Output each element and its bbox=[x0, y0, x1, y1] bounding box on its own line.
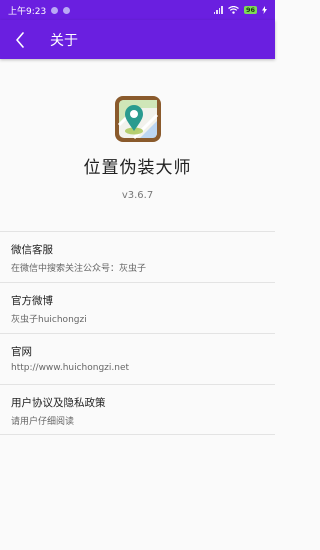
notification-icon bbox=[51, 6, 59, 14]
list-item-title: 官网 bbox=[11, 346, 32, 358]
charging-icon bbox=[262, 6, 267, 14]
info-list: 微信客服 在微信中搜索关注公众号：灰虫子 官方微博 灰虫子huichongzi … bbox=[0, 231, 275, 435]
list-item-subtitle: 在微信中搜索关注公众号：灰虫子 bbox=[11, 264, 147, 274]
back-arrow-icon bbox=[16, 31, 24, 48]
list-item-official-weibo[interactable]: 官方微博 灰虫子huichongzi bbox=[0, 282, 275, 333]
list-item-title: 微信客服 bbox=[11, 244, 53, 256]
list-item-official-website[interactable]: 官网 http://www.huichongzi.net bbox=[0, 333, 275, 384]
list-item-title: 官方微博 bbox=[11, 295, 53, 307]
app-info: 位置伪装大师 v3.6.7 bbox=[0, 59, 275, 231]
back-button[interactable] bbox=[0, 20, 40, 59]
app-name: 位置伪装大师 bbox=[83, 158, 192, 178]
list-item-wechat-service[interactable]: 微信客服 在微信中搜索关注公众号：灰虫子 bbox=[0, 231, 275, 282]
list-item-subtitle: 灰虫子huichongzi bbox=[11, 315, 87, 325]
app-logo-icon bbox=[114, 96, 161, 142]
list-item-privacy-policy[interactable]: 用户协议及隐私政策 请用户仔细阅读 bbox=[0, 384, 275, 435]
list-item-subtitle: http://www.huichongzi.net bbox=[11, 363, 130, 373]
notification-icon bbox=[63, 6, 71, 14]
page-title: 关于 bbox=[50, 32, 78, 49]
battery-indicator: 96 bbox=[243, 6, 257, 14]
list-item-subtitle: 请用户仔细阅读 bbox=[11, 417, 75, 427]
status-time: 上午9:23 bbox=[8, 6, 47, 17]
status-bar: 上午9:23 96 bbox=[0, 0, 275, 20]
app-version: v3.6.7 bbox=[121, 190, 154, 201]
app-bar: 关于 bbox=[0, 20, 275, 59]
wifi-icon bbox=[228, 6, 239, 14]
list-item-title: 用户协议及隐私政策 bbox=[11, 397, 106, 409]
signal-icon bbox=[213, 6, 223, 14]
